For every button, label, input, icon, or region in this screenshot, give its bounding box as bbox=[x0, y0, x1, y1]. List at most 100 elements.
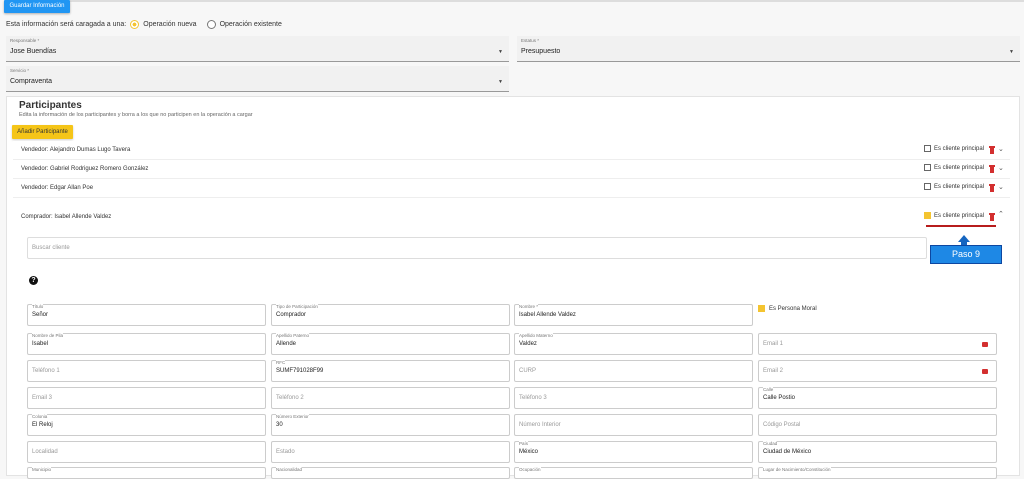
servicio-select[interactable]: Servicio * Compraventa ▼ bbox=[6, 66, 509, 92]
nombre-field[interactable]: Nombre * Isabel Allende Valdez bbox=[514, 304, 753, 326]
rfc-field[interactable]: RFC SUMF791028F99 bbox=[271, 360, 510, 382]
calle-value: Calle Postio bbox=[763, 395, 796, 401]
persona-moral-checkbox[interactable]: Es Persona Moral bbox=[758, 305, 817, 312]
main-client-label: Es cliente principal bbox=[934, 212, 985, 219]
curp-field[interactable]: CURP bbox=[514, 360, 753, 382]
email-icon bbox=[982, 369, 988, 374]
rfc-value: SUMF791028F99 bbox=[276, 368, 324, 374]
numero-interior-field[interactable]: Número Interior bbox=[514, 414, 753, 436]
main-client-label: Es cliente principal bbox=[934, 164, 985, 171]
localidad-field[interactable]: Localidad bbox=[27, 441, 266, 463]
radio-new-operation[interactable] bbox=[130, 20, 140, 29]
estado-field[interactable]: Estado bbox=[271, 441, 510, 463]
apellido-materno-value: Valdez bbox=[519, 341, 537, 347]
apellido-materno-field[interactable]: Apellido Materno Valdez bbox=[514, 333, 753, 355]
lugar-nacimiento-field[interactable]: Lugar de Nacimiento/Constitución bbox=[758, 467, 997, 479]
colonia-value: El Reloj bbox=[32, 422, 53, 428]
estatus-select[interactable]: Estatus * Presupuesto ▼ bbox=[517, 36, 1020, 62]
colonia-field[interactable]: Colonia El Reloj bbox=[27, 414, 266, 436]
participant-row[interactable]: Vendedor: Gabriel Rodriguez Romero Gonzá… bbox=[13, 160, 1010, 179]
email2-field[interactable]: Email 2 bbox=[758, 360, 997, 382]
chevron-down-icon[interactable]: ⌄ bbox=[998, 183, 1004, 191]
apellido-paterno-value: Allende bbox=[276, 341, 297, 347]
participant-name: Vendedor: Gabriel Rodriguez Romero Gonzá… bbox=[21, 166, 149, 172]
participant-row-expanded[interactable]: Comprador: Isabel Allende Valdez Es clie… bbox=[13, 208, 1010, 227]
existing-operation-label: Operación existente bbox=[219, 21, 282, 28]
main-client-checkbox[interactable]: Es cliente principal bbox=[924, 212, 984, 219]
municipio-field[interactable]: Municipio bbox=[27, 467, 266, 479]
chevron-down-icon: ▼ bbox=[1009, 48, 1014, 55]
chevron-up-icon[interactable]: ⌃ bbox=[998, 210, 1004, 218]
checkbox-icon[interactable] bbox=[924, 164, 931, 171]
calle-label: Calle bbox=[763, 387, 774, 392]
nombre-value: Isabel Allende Valdez bbox=[519, 312, 576, 318]
participant-row[interactable]: Vendedor: Edgar Allan Poe Es cliente pri… bbox=[13, 179, 1010, 198]
nombre-pila-label: Nombre de Pila bbox=[32, 333, 64, 338]
telefono2-field[interactable]: Teléfono 2 bbox=[271, 387, 510, 409]
numero-interior-placeholder: Número Interior bbox=[519, 422, 561, 428]
ciudad-field[interactable]: Ciudad Ciudad de México bbox=[758, 441, 997, 463]
checkbox-icon[interactable] bbox=[924, 183, 931, 190]
checkbox-checked-icon[interactable] bbox=[924, 212, 931, 219]
pais-value: México bbox=[519, 449, 539, 455]
tipo-participacion-label: Tipo de Participación bbox=[276, 304, 318, 309]
top-divider bbox=[70, 0, 1024, 2]
checkbox-icon[interactable] bbox=[924, 145, 931, 152]
telefono1-field[interactable]: Teléfono 1 bbox=[27, 360, 266, 382]
trash-icon[interactable] bbox=[989, 184, 995, 192]
colonia-label: Colonia bbox=[32, 414, 48, 419]
localidad-placeholder: Localidad bbox=[32, 449, 58, 455]
nombre-pila-value: Isabel bbox=[32, 341, 49, 347]
ocupacion-label: Ocupación bbox=[519, 467, 541, 472]
calle-field[interactable]: Calle Calle Postio bbox=[758, 387, 997, 409]
estatus-value: Presupuesto bbox=[521, 48, 561, 55]
email3-placeholder: Email 3 bbox=[32, 395, 53, 401]
checkbox-checked-icon[interactable] bbox=[758, 305, 765, 312]
trash-icon[interactable] bbox=[989, 165, 995, 173]
radio-existing-operation[interactable] bbox=[206, 20, 216, 29]
titulo-label: Título bbox=[32, 304, 44, 309]
email-icon bbox=[982, 342, 988, 347]
chevron-down-icon[interactable]: ⌄ bbox=[998, 145, 1004, 153]
telefono3-placeholder: Teléfono 3 bbox=[519, 395, 547, 401]
highlight-underline bbox=[926, 225, 996, 227]
participants-subtitle: Edita la información de los participante… bbox=[19, 112, 253, 118]
telefono3-field[interactable]: Teléfono 3 bbox=[514, 387, 753, 409]
participant-row[interactable]: Vendedor: Alejandro Dumas Lugo Tavera Es… bbox=[13, 141, 1010, 160]
titulo-field[interactable]: Título Señor bbox=[27, 304, 266, 326]
numero-exterior-field[interactable]: Número Exterior 30 bbox=[271, 414, 510, 436]
operation-type-row: Esta información será caragada a una: Op… bbox=[6, 20, 282, 29]
main-client-label: Es cliente principal bbox=[934, 183, 985, 190]
ocupacion-field[interactable]: Ocupación bbox=[514, 467, 753, 479]
responsable-select[interactable]: Responsable * Jose Buendías ▼ bbox=[6, 36, 509, 62]
titulo-value: Señor bbox=[32, 312, 49, 318]
participant-name: Comprador: Isabel Allende Valdez bbox=[21, 214, 112, 220]
estado-placeholder: Estado bbox=[276, 449, 295, 455]
numero-exterior-label: Número Exterior bbox=[276, 414, 309, 419]
main-client-checkbox[interactable]: Es cliente principal bbox=[924, 145, 984, 152]
nombre-pila-field[interactable]: Nombre de Pila Isabel bbox=[27, 333, 266, 355]
tipo-participacion-value: Comprador bbox=[276, 312, 307, 318]
save-info-button[interactable]: Guardar Información bbox=[4, 0, 70, 13]
nacionalidad-field[interactable]: Nacionalidad bbox=[271, 467, 510, 479]
search-client-input[interactable]: Buscar cliente bbox=[27, 237, 927, 259]
nombre-label: Nombre * bbox=[519, 304, 539, 309]
trash-icon[interactable] bbox=[989, 146, 995, 154]
main-client-checkbox[interactable]: Es cliente principal bbox=[924, 164, 984, 171]
help-icon[interactable]: ? bbox=[29, 276, 38, 285]
trash-icon[interactable] bbox=[989, 213, 995, 221]
nacionalidad-label: Nacionalidad bbox=[276, 467, 303, 472]
responsable-label: Responsable * bbox=[10, 38, 40, 43]
codigo-postal-field[interactable]: Código Postal bbox=[758, 414, 997, 436]
email3-field[interactable]: Email 3 bbox=[27, 387, 266, 409]
persona-moral-label: Es Persona Moral bbox=[769, 305, 817, 312]
apellido-paterno-field[interactable]: Apellido Paterno Allende bbox=[271, 333, 510, 355]
pais-field[interactable]: País México bbox=[514, 441, 753, 463]
main-client-checkbox[interactable]: Es cliente principal bbox=[924, 183, 984, 190]
email1-field[interactable]: Email 1 bbox=[758, 333, 997, 355]
add-participant-button[interactable]: Añadir Participante bbox=[12, 125, 73, 139]
step-callout: Paso 9 bbox=[930, 245, 1002, 264]
tipo-participacion-field[interactable]: Tipo de Participación Comprador bbox=[271, 304, 510, 326]
chevron-down-icon[interactable]: ⌄ bbox=[998, 164, 1004, 172]
apellido-paterno-label: Apellido Paterno bbox=[276, 333, 310, 338]
